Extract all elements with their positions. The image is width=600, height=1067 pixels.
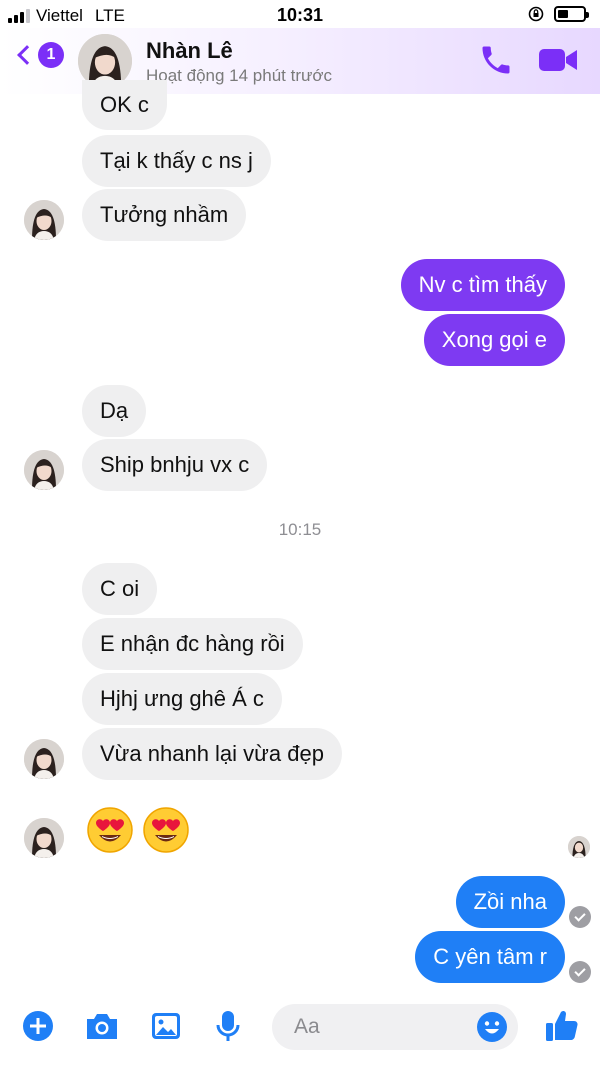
battery-icon (554, 6, 589, 22)
microphone-icon[interactable] (214, 1010, 242, 1044)
image-icon[interactable] (150, 1010, 182, 1042)
message-bubble-incoming[interactable]: Tại k thấy c ns j (82, 135, 271, 187)
video-camera-icon[interactable] (538, 46, 578, 74)
composer-bar (0, 996, 600, 1067)
message-bubble-outgoing[interactable]: Nv c tìm thấy (400, 259, 565, 311)
smiley-icon[interactable] (476, 1011, 508, 1043)
message-bubble-incoming[interactable]: E nhận đc hàng rồi (82, 618, 303, 670)
sender-avatar[interactable] (24, 739, 64, 779)
heart-eyes-emoji[interactable] (86, 806, 134, 854)
contact-name[interactable]: Nhàn Lê (146, 38, 233, 64)
message-input[interactable] (294, 1012, 474, 1042)
message-bubble-incoming[interactable]: C oi (82, 563, 158, 615)
message-bubble-outgoing[interactable]: Zồi nha (455, 876, 565, 928)
message-bubble-incoming[interactable]: Tưởng nhầm (82, 189, 247, 241)
sender-avatar[interactable] (24, 450, 64, 490)
delivered-check-icon (569, 906, 591, 928)
phone-icon[interactable] (478, 42, 514, 78)
orientation-lock-icon (528, 6, 544, 22)
back-chevron-icon (17, 45, 37, 65)
read-receipt-avatar (568, 836, 590, 858)
message-bubble-outgoing[interactable]: C yên tâm r (415, 931, 565, 983)
message-bubble-incoming[interactable]: Dạ (82, 385, 147, 437)
sender-avatar[interactable] (24, 200, 64, 240)
camera-icon[interactable] (84, 1010, 120, 1042)
back-button[interactable]: 1 (14, 42, 64, 68)
message-bubble-incoming[interactable]: Vừa nhanh lại vừa đẹp (82, 728, 342, 780)
message-bubble-incoming[interactable]: Ship bnhju vx c (82, 439, 268, 491)
message-bubble-outgoing[interactable]: Xong gọi e (423, 314, 565, 366)
sender-avatar[interactable] (24, 818, 64, 858)
heart-eyes-emoji[interactable] (142, 806, 190, 854)
status-right (528, 6, 589, 22)
unread-badge: 1 (38, 42, 64, 68)
message-bubble-incoming[interactable]: Hjhj ưng ghê Á c (82, 673, 282, 725)
clock: 10:31 (276, 5, 324, 25)
thumbs-up-icon[interactable] (544, 1008, 580, 1044)
message-timestamp: 10:15 (278, 520, 322, 539)
delivered-check-icon (569, 961, 591, 983)
plus-icon[interactable] (22, 1010, 54, 1042)
message-input-container (272, 1004, 518, 1050)
activity-status: Hoạt động 14 phút trước (146, 66, 333, 85)
message-bubble-incoming[interactable]: OK c (82, 80, 167, 130)
